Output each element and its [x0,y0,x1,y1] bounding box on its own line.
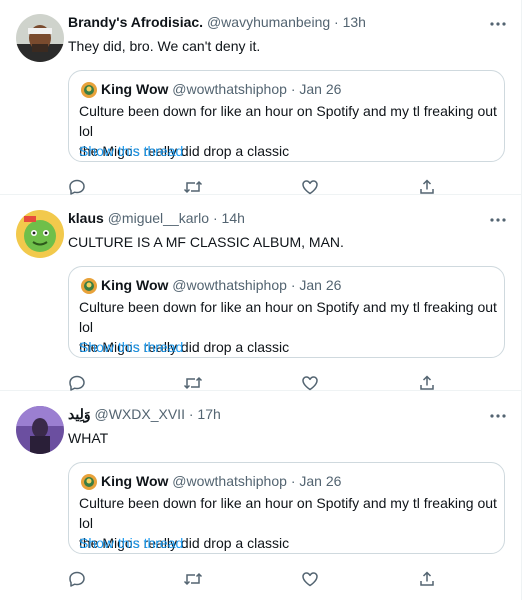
reply-icon[interactable] [68,374,86,392]
quoted-timestamp: Jan 26 [299,473,342,489]
tweet-text: WHAT [68,430,109,446]
display-name[interactable]: klaus [68,210,104,226]
timestamp[interactable]: 17h [197,406,220,422]
reply-icon[interactable] [68,570,86,588]
quoted-header: King Wow @wowthatshiphop · Jan 26 [101,275,341,295]
show-thread-link[interactable]: Show this thread [79,533,183,553]
timestamp[interactable]: 13h [343,14,366,30]
quoted-timestamp: Jan 26 [299,277,342,293]
separator: · [212,210,218,226]
tweet-header: Brandy's Afrodisiac. @wavyhumanbeing · 1… [68,12,366,32]
separator: · [334,14,339,30]
quoted-tweet[interactable]: King Wow @wowthatshiphop · Jan 26 Cultur… [68,266,505,358]
retweet-icon[interactable] [183,374,203,392]
quoted-avatar [81,82,97,98]
tweet-header: وَلِيد @WXDX_XVII · 17h [68,404,221,424]
tweet-text: They did, bro. We can't deny it. [68,38,261,54]
quoted-text-line: Culture been down for like an hour on Sp… [79,103,497,139]
share-icon[interactable] [418,570,436,588]
quoted-display-name: King Wow [101,81,169,97]
share-icon[interactable] [418,178,436,196]
tweet[interactable]: وَلِيد @WXDX_XVII · 17h WHAT King Wow @w… [0,392,521,600]
quoted-text-line: Culture been down for like an hour on Sp… [79,299,497,335]
quoted-display-name: King Wow [101,277,169,293]
separator: · [290,277,296,293]
avatar[interactable] [16,406,64,454]
user-handle[interactable]: @WXDX_XVII [95,406,185,422]
column-border [521,0,522,600]
quoted-handle: @wowthatshiphop [172,473,287,489]
quoted-avatar [81,278,97,294]
share-icon[interactable] [418,374,436,392]
quoted-handle: @wowthatshiphop [172,277,287,293]
quoted-header: King Wow @wowthatshiphop · Jan 26 [101,471,341,491]
tweet-actions [68,178,448,196]
separator: · [188,406,194,422]
tweet-actions [68,374,448,392]
user-handle[interactable]: @miguel__karlo [108,210,209,226]
tweet-feed: Brandy's Afrodisiac. @wavyhumanbeing · 1… [0,0,526,600]
quoted-handle: @wowthatshiphop [172,81,287,97]
tweet[interactable]: klaus @miguel__karlo · 14h CULTURE IS A … [0,196,521,391]
retweet-icon[interactable] [183,178,203,196]
quoted-display-name: King Wow [101,473,169,489]
display-name[interactable]: Brandy's Afrodisiac. [68,14,203,30]
more-options-icon[interactable] [488,18,508,30]
quoted-text-line: Culture been down for like an hour on Sp… [79,495,497,531]
quoted-tweet[interactable]: King Wow @wowthatshiphop · Jan 26 Cultur… [68,462,505,554]
tweet-text: CULTURE IS A MF CLASSIC ALBUM, MAN. [68,234,344,250]
quoted-tweet[interactable]: King Wow @wowthatshiphop · Jan 26 Cultur… [68,70,505,162]
like-icon[interactable] [301,570,319,588]
more-options-icon[interactable] [488,410,508,422]
tweet-actions [68,570,448,588]
tweet[interactable]: Brandy's Afrodisiac. @wavyhumanbeing · 1… [0,0,521,195]
like-icon[interactable] [301,178,319,196]
separator: · [290,81,296,97]
separator: · [290,473,296,489]
like-icon[interactable] [301,374,319,392]
tweet-header: klaus @miguel__karlo · 14h [68,208,245,228]
avatar[interactable] [16,210,64,258]
show-thread-link[interactable]: Show this thread [79,141,183,161]
quoted-avatar [81,474,97,490]
display-name[interactable]: وَلِيد [68,406,91,422]
more-options-icon[interactable] [488,214,508,226]
quoted-header: King Wow @wowthatshiphop · Jan 26 [101,79,341,99]
timestamp[interactable]: 14h [222,210,245,226]
show-thread-link[interactable]: Show this thread [79,337,183,357]
user-handle[interactable]: @wavyhumanbeing [207,14,330,30]
retweet-icon[interactable] [183,570,203,588]
quoted-timestamp: Jan 26 [299,81,342,97]
reply-icon[interactable] [68,178,86,196]
avatar[interactable] [16,14,64,62]
